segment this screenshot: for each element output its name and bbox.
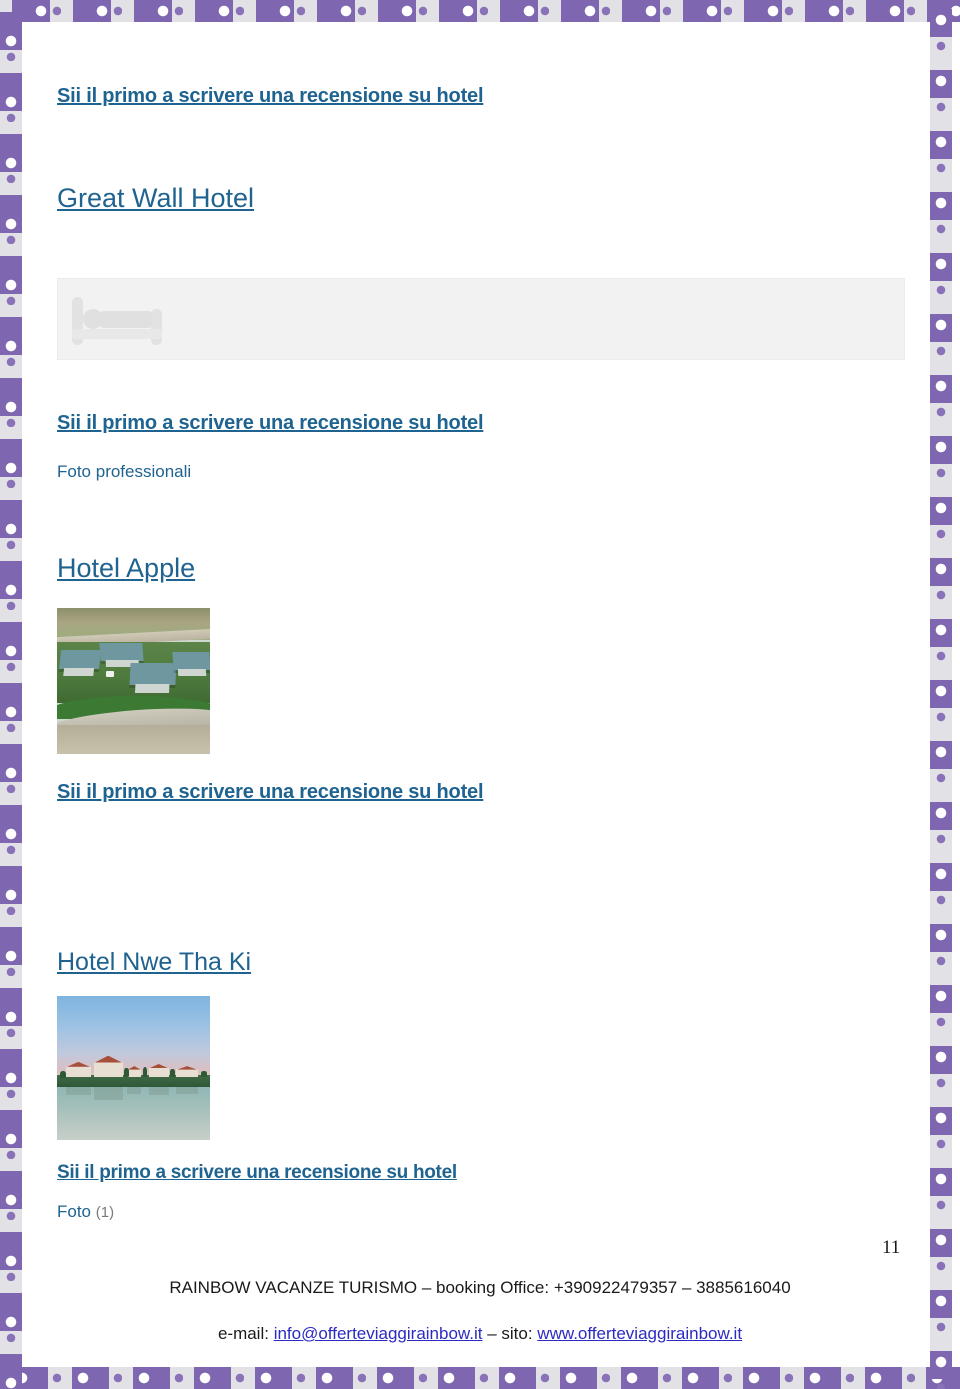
photo-caption-foto-text: Foto — [57, 1202, 92, 1221]
hotel-title-nwe-tha-ki[interactable]: Hotel Nwe Tha Ki — [57, 948, 251, 977]
footer-website-link[interactable]: www.offerteviaggirainbow.it — [537, 1324, 742, 1343]
hotel-photo-aerial-resort[interactable] — [57, 608, 210, 754]
footer-email-link[interactable]: info@offerteviaggirainbow.it — [274, 1324, 483, 1343]
footer-email-prefix: e-mail: — [217, 1324, 274, 1343]
footer-contact-separator: – sito: — [482, 1324, 538, 1343]
document-body: Sii il primo a scrivere una recensione s… — [0, 0, 960, 1389]
aerial-resort-illustration — [57, 608, 210, 754]
hotel-image-placeholder-1 — [57, 278, 905, 360]
photo-caption-professional: Foto professionali — [57, 462, 191, 482]
photo-caption-professional-text: Foto professionali — [57, 462, 192, 481]
lakeside-hotel-illustration — [57, 996, 210, 1140]
photo-caption-foto: Foto (1) — [57, 1202, 114, 1222]
footer-contact-line: e-mail: info@offerteviaggirainbow.it – s… — [0, 1324, 960, 1344]
hotel-photo-lakeside[interactable] — [57, 996, 210, 1140]
page-number: 11 — [882, 1237, 901, 1258]
bed-icon — [72, 297, 162, 345]
review-link-4[interactable]: Sii il primo a scrivere una recensione s… — [57, 1162, 457, 1184]
hotel-title-hotel-apple[interactable]: Hotel Apple — [57, 553, 195, 584]
review-link-2[interactable]: Sii il primo a scrivere una recensione s… — [57, 412, 484, 435]
review-link-1[interactable]: Sii il primo a scrivere una recensione s… — [57, 85, 484, 108]
hotel-title-great-wall[interactable]: Great Wall Hotel — [57, 183, 254, 214]
footer-company-line: RAINBOW VACANZE TURISMO – booking Office… — [169, 1278, 791, 1297]
photo-caption-foto-count: (1) — [95, 1204, 115, 1221]
review-link-3[interactable]: Sii il primo a scrivere una recensione s… — [57, 781, 484, 804]
